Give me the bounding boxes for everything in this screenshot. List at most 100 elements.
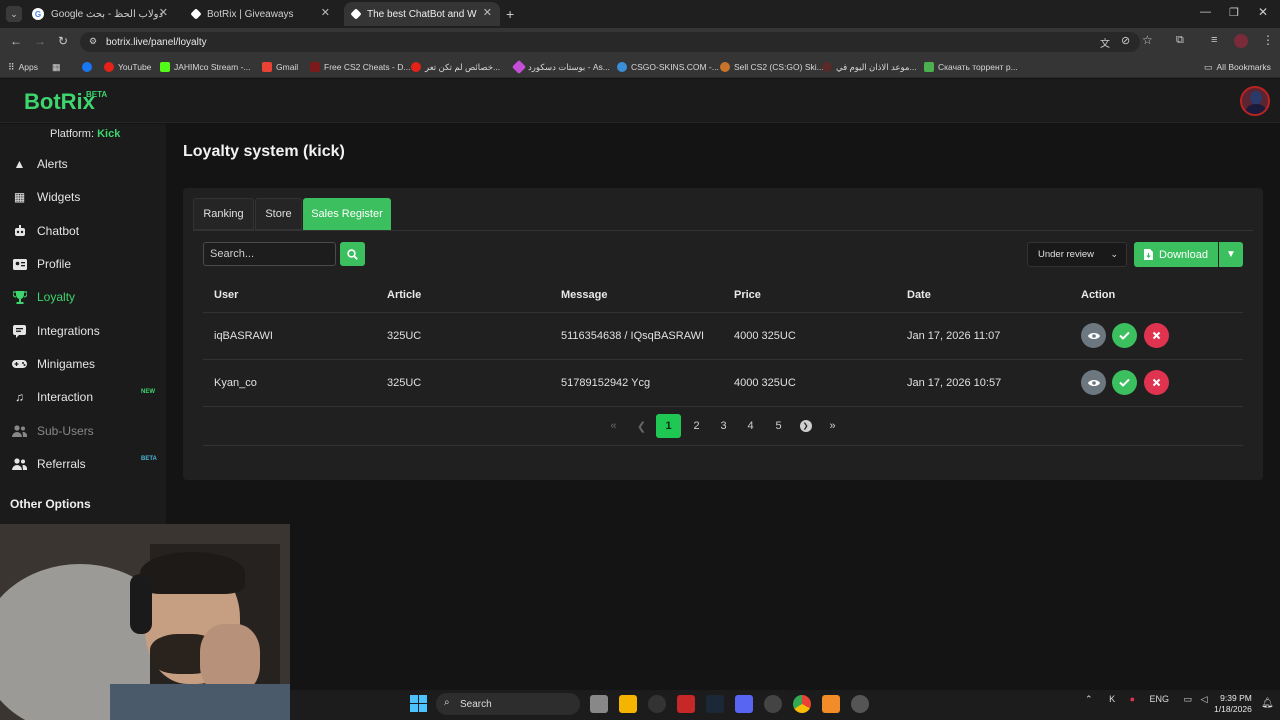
sidebar-item-referrals[interactable]: Referrals <box>12 452 162 476</box>
page-button[interactable]: 2 <box>684 414 709 438</box>
bookmark-all[interactable]: ▭ All Bookmarks <box>1204 57 1271 77</box>
other-options-heading[interactable]: Other Options <box>10 497 91 511</box>
profile-avatar[interactable] <box>1234 34 1248 48</box>
download-button[interactable]: Download <box>1134 242 1218 267</box>
microphone-icon[interactable]: ● <box>1130 694 1135 704</box>
view-button[interactable] <box>1081 323 1106 348</box>
download-options-button[interactable]: ▼ <box>1219 242 1243 267</box>
app-icon[interactable] <box>764 695 782 713</box>
eye-off-icon[interactable]: ⊘ <box>1121 34 1130 47</box>
tab-google[interactable]: G دولاب الحظ - بحث Google ✕ <box>24 2 176 26</box>
steam-icon[interactable] <box>706 695 724 713</box>
media-icon[interactable]: ≡ <box>1211 34 1217 46</box>
botrix-logo[interactable]: BotRix <box>24 89 95 115</box>
sidebar-item-profile[interactable]: Profile <box>12 252 162 276</box>
sidebar-item-alerts[interactable]: ▲ Alerts <box>12 152 162 176</box>
close-icon[interactable]: ✕ <box>159 6 168 19</box>
tab-ranking[interactable]: Ranking <box>193 198 254 230</box>
column-header-price: Price <box>734 289 761 301</box>
tab-store[interactable]: Store <box>255 198 302 230</box>
bookmark-discord-posts[interactable]: بوستات دسكورد - As... <box>511 57 610 77</box>
tab-chatbot-widgets[interactable]: The best ChatBot and Widgets ✕ <box>344 2 500 26</box>
system-tray[interactable]: ⌃ K ● ENG ▭ ◁ <box>1085 694 1208 705</box>
file-explorer-icon[interactable] <box>619 695 637 713</box>
prev-page-button[interactable]: ❮ <box>629 414 654 438</box>
app-icon[interactable] <box>677 695 695 713</box>
close-icon[interactable]: ✕ <box>321 6 330 19</box>
language-indicator[interactable]: ENG <box>1150 694 1170 704</box>
windows-start-icon[interactable] <box>410 695 427 712</box>
sidebar-item-integrations[interactable]: Integrations <box>12 319 162 343</box>
bookmark-grid[interactable]: ▦ <box>52 57 61 77</box>
translate-icon[interactable]: 文 <box>1100 35 1110 50</box>
chevron-up-icon[interactable]: ⌃ <box>1085 694 1093 704</box>
taskbar-search[interactable]: ⌕ Search <box>436 693 580 715</box>
search-button[interactable] <box>340 242 365 266</box>
extensions-icon[interactable]: ⧉ <box>1176 34 1184 47</box>
forward-icon[interactable]: → <box>34 34 46 48</box>
sidebar-item-minigames[interactable]: Minigames <box>12 352 162 376</box>
bookmark-prayer[interactable]: موعد الاذان اليوم في... <box>822 57 917 77</box>
bookmark-jahimco[interactable]: JAHIMco Stream -... <box>160 57 251 77</box>
settings-icon[interactable] <box>851 695 869 713</box>
sidebar-item-widgets[interactable]: ▦ Widgets <box>12 185 162 209</box>
bookmark-sell-cs2[interactable]: Sell CS2 (CS:GO) Ski... <box>720 57 824 77</box>
sidebar-item-loyalty[interactable]: Loyalty <box>12 285 162 309</box>
sidebar-item-sub-users[interactable]: Sub-Users <box>12 419 162 443</box>
reject-button[interactable] <box>1144 323 1169 348</box>
user-avatar[interactable] <box>1240 86 1270 116</box>
approve-button[interactable] <box>1112 323 1137 348</box>
bookmark-gmail[interactable]: Gmail <box>262 57 298 77</box>
url-field[interactable]: ⚙ botrix.live/panel/loyalty <box>80 32 1140 52</box>
back-icon[interactable]: ← <box>10 34 22 48</box>
app-header <box>0 79 1280 123</box>
page-button[interactable]: 1 <box>656 414 681 438</box>
restore-icon[interactable]: ❐ <box>1229 6 1239 19</box>
bookmark-facebook[interactable] <box>82 57 92 77</box>
bookmark-apps[interactable]: ⠿ Apps <box>8 57 38 77</box>
first-page-button[interactable]: « <box>601 414 626 438</box>
next-page-button[interactable]: ❯ <box>793 414 818 438</box>
file-download-icon <box>1144 249 1154 260</box>
chrome-icon[interactable] <box>793 695 811 713</box>
kick-tray-icon[interactable]: K <box>1109 694 1115 704</box>
page-button[interactable]: 4 <box>738 414 763 438</box>
menu-icon[interactable]: ⋮ <box>1262 33 1274 47</box>
network-icon[interactable]: ▭ <box>1184 694 1193 704</box>
bookmark-label: CSGO-SKINS.COM -... <box>631 62 719 72</box>
task-view-icon[interactable] <box>590 695 608 713</box>
tab-search-button[interactable]: ⌄ <box>6 6 22 22</box>
sidebar-item-chatbot[interactable]: Chatbot <box>12 219 162 243</box>
status-filter-select[interactable]: Under review ⌄ <box>1027 242 1127 267</box>
discord-icon[interactable] <box>735 695 753 713</box>
bookmark-youtube-2[interactable]: خصائص لم تكن تعر... <box>411 57 500 77</box>
notification-bell-icon[interactable]: 🔔︎ <box>1261 698 1274 709</box>
g-hub-icon[interactable] <box>648 695 666 713</box>
page-button[interactable]: 5 <box>766 414 791 438</box>
approve-button[interactable] <box>1112 370 1137 395</box>
tab-sales-register[interactable]: Sales Register <box>303 198 391 230</box>
tab-giveaways[interactable]: BotRix | Giveaways ✕ <box>184 2 338 26</box>
bookmark-torrent[interactable]: Скачать торрент р... <box>924 57 1018 77</box>
view-button[interactable] <box>1081 370 1106 395</box>
site-info-icon[interactable]: ⚙ <box>89 36 97 47</box>
botrix-icon <box>350 8 362 20</box>
window-close-icon[interactable]: ✕ <box>1258 5 1268 19</box>
chevron-down-icon: ⌄ <box>1110 249 1118 259</box>
star-icon[interactable]: ☆ <box>1142 33 1153 47</box>
page-button[interactable]: 3 <box>711 414 736 438</box>
reload-icon[interactable]: ↻ <box>58 34 68 48</box>
reject-button[interactable] <box>1144 370 1169 395</box>
sidebar-item-interaction[interactable]: ♫ Interaction <box>12 385 162 409</box>
clock[interactable]: 9:39 PM 1/18/2026 <box>1214 693 1252 715</box>
search-input[interactable] <box>203 242 336 266</box>
volume-icon[interactable]: ◁ <box>1201 694 1208 704</box>
bookmark-cs2-cheats[interactable]: Free CS2 Cheats - D... <box>310 57 410 77</box>
app-icon[interactable] <box>822 695 840 713</box>
bookmark-csgo-skins[interactable]: CSGO-SKINS.COM -... <box>617 57 719 77</box>
bookmark-youtube[interactable]: YouTube <box>104 57 151 77</box>
minimize-icon[interactable]: — <box>1200 6 1211 18</box>
close-icon[interactable]: ✕ <box>483 6 492 19</box>
last-page-button[interactable]: » <box>820 414 845 438</box>
new-tab-icon[interactable]: + <box>506 6 514 22</box>
